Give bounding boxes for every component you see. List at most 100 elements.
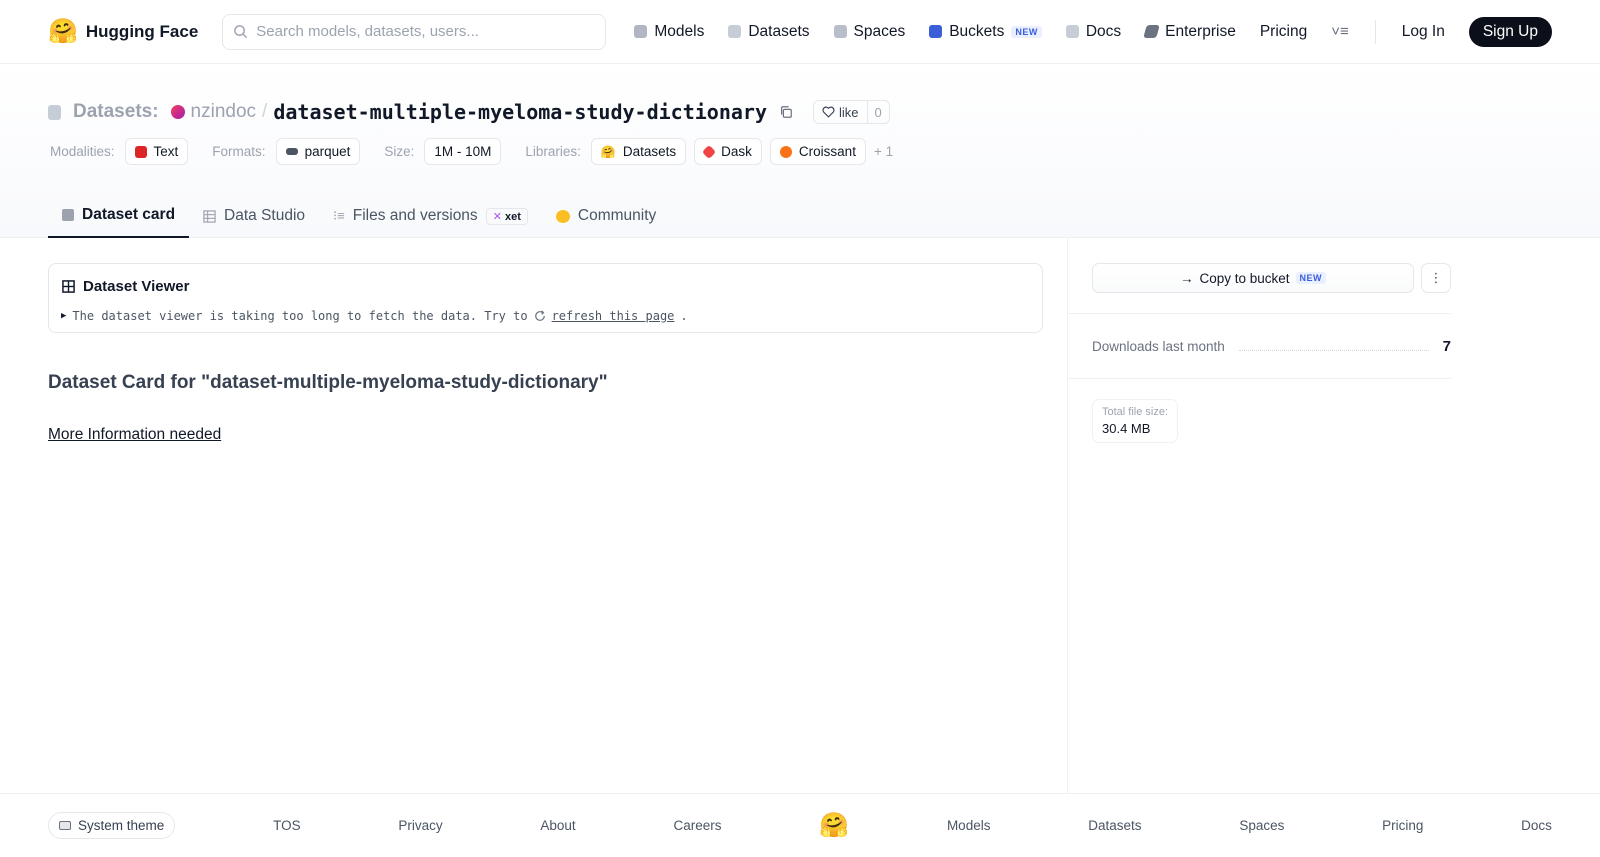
downloads-value: 7 bbox=[1442, 338, 1451, 355]
signup-button[interactable]: Sign Up bbox=[1468, 16, 1552, 47]
text-modality-icon bbox=[134, 145, 147, 158]
spaces-icon bbox=[833, 25, 847, 38]
login-link[interactable]: Log In bbox=[1402, 23, 1445, 41]
heart-icon bbox=[822, 106, 835, 118]
tag-text[interactable]: Text bbox=[124, 138, 189, 165]
footer-link-docs[interactable]: Docs bbox=[1521, 818, 1552, 833]
more-options-button[interactable]: ⋮ bbox=[1421, 263, 1451, 293]
footer-link-about[interactable]: About bbox=[540, 818, 575, 833]
monitor-icon bbox=[59, 821, 71, 830]
footer-link-models[interactable]: Models bbox=[947, 818, 991, 833]
dask-icon bbox=[702, 144, 717, 159]
tab-dataset-card-label: Dataset card bbox=[82, 206, 176, 223]
copy-icon[interactable] bbox=[779, 105, 793, 119]
models-cube-icon bbox=[634, 25, 648, 38]
repo-type-label[interactable]: Datasets: bbox=[73, 101, 159, 123]
dataset-viewer-title-text: Dataset Viewer bbox=[83, 278, 190, 295]
tag-size-label: 1M - 10M bbox=[434, 144, 492, 159]
refresh-page-link[interactable]: refresh this page bbox=[552, 309, 675, 323]
tag-dask-library[interactable]: Dask bbox=[694, 138, 762, 165]
more-information-link[interactable]: More Information needed bbox=[48, 426, 221, 444]
search-input[interactable]: Search models, datasets, users... bbox=[222, 13, 607, 50]
like-button[interactable]: like 0 bbox=[813, 100, 890, 124]
system-theme-label: System theme bbox=[78, 818, 165, 833]
owner-avatar bbox=[170, 105, 185, 119]
tag-croissant-library[interactable]: Croissant bbox=[769, 138, 866, 165]
buckets-icon bbox=[929, 25, 943, 38]
tab-community[interactable]: Community bbox=[542, 194, 670, 238]
footer-link-privacy[interactable]: Privacy bbox=[398, 818, 442, 833]
hugging-face-emoji-icon[interactable]: 🤗 bbox=[819, 813, 849, 838]
community-icon bbox=[555, 209, 570, 223]
repo-title: Datasets: nzindoc / dataset-multiple-mye… bbox=[48, 100, 890, 124]
repo-separator: / bbox=[262, 101, 268, 122]
nav-buckets[interactable]: Buckets NEW bbox=[929, 23, 1042, 41]
tag-dask-label: Dask bbox=[721, 144, 752, 159]
more-menu-icon[interactable]: ˅≡ bbox=[1331, 23, 1349, 40]
tab-files-and-versions[interactable]: ⁝≡ Files and versions ✕ xet bbox=[319, 194, 542, 238]
repo-tags: Modalities: Text Formats: parquet Size: … bbox=[50, 138, 893, 165]
nav-datasets[interactable]: Datasets bbox=[728, 23, 810, 41]
nav-pricing[interactable]: Pricing bbox=[1260, 23, 1307, 41]
tab-data-studio[interactable]: Data Studio bbox=[189, 194, 319, 238]
tab-dataset-card[interactable]: Dataset card bbox=[48, 194, 190, 238]
tag-croissant-label: Croissant bbox=[798, 144, 856, 159]
modalities-label: Modalities: bbox=[50, 144, 115, 159]
footer-link-pricing[interactable]: Pricing bbox=[1382, 818, 1423, 833]
tab-data-studio-label: Data Studio bbox=[224, 207, 306, 224]
hugging-face-emoji-icon: 🤗 bbox=[48, 17, 78, 45]
tag-datasets-library[interactable]: 🤗 Datasets bbox=[590, 138, 687, 165]
more-libraries-link[interactable]: + 1 bbox=[874, 144, 893, 159]
datasets-icon bbox=[728, 25, 742, 38]
footer-link-spaces[interactable]: Spaces bbox=[1239, 818, 1284, 833]
search-icon bbox=[234, 25, 248, 39]
nav-docs[interactable]: Docs bbox=[1065, 22, 1122, 41]
footer: System theme TOS Privacy About Careers 🤗… bbox=[0, 793, 1600, 857]
tab-community-label: Community bbox=[577, 207, 657, 224]
copy-to-bucket-label: Copy to bucket bbox=[1199, 270, 1290, 286]
system-theme-button[interactable]: System theme bbox=[48, 812, 176, 839]
repo-tabs: Dataset card Data Studio ⁝≡ Files and ve… bbox=[48, 194, 670, 238]
vertical-dots-icon: ⋮ bbox=[1429, 270, 1443, 285]
tag-size[interactable]: 1M - 10M bbox=[424, 138, 502, 165]
viewer-trailing-period: . bbox=[680, 309, 688, 323]
downloads-label: Downloads last month bbox=[1092, 339, 1225, 354]
nav-divider bbox=[1374, 19, 1376, 44]
dataset-card-icon bbox=[62, 209, 74, 221]
main-nav: Models Datasets Spaces Buckets NEW Docs … bbox=[634, 16, 1552, 47]
repo-owner-link[interactable]: nzindoc bbox=[191, 101, 257, 123]
like-count[interactable]: 0 bbox=[868, 105, 889, 120]
repo-name[interactable]: dataset-multiple-myeloma-study-dictionar… bbox=[273, 100, 767, 124]
brand-logo[interactable]: 🤗 Hugging Face bbox=[48, 17, 198, 45]
nav-enterprise[interactable]: Enterprise bbox=[1143, 22, 1236, 41]
nav-enterprise-label: Enterprise bbox=[1165, 22, 1236, 40]
libraries-label: Libraries: bbox=[525, 144, 581, 159]
sidebar-divider bbox=[1068, 313, 1451, 314]
footer-link-tos[interactable]: TOS bbox=[273, 818, 301, 833]
xet-badge-label: xet bbox=[504, 210, 521, 223]
table-grid-icon bbox=[62, 280, 75, 293]
footer-link-datasets[interactable]: Datasets bbox=[1088, 818, 1141, 833]
arrow-right-icon: → bbox=[1179, 270, 1194, 286]
tag-parquet[interactable]: parquet bbox=[275, 138, 361, 165]
repo-header: Datasets: nzindoc / dataset-multiple-mye… bbox=[0, 64, 1600, 238]
size-label: Size: bbox=[384, 144, 415, 159]
nav-spaces[interactable]: Spaces bbox=[833, 23, 905, 41]
top-navigation-bar: 🤗 Hugging Face Search models, datasets, … bbox=[0, 0, 1600, 64]
formats-label: Formats: bbox=[212, 144, 266, 159]
sidebar-divider bbox=[1068, 378, 1451, 379]
nav-models-label: Models bbox=[654, 22, 705, 40]
nav-models[interactable]: Models bbox=[634, 23, 704, 41]
dataset-viewer-message[interactable]: ▶ The dataset viewer is taking too long … bbox=[61, 309, 688, 323]
expand-triangle-icon[interactable]: ▶ bbox=[61, 311, 66, 321]
dataset-viewer-panel: Dataset Viewer ▶ The dataset viewer is t… bbox=[48, 263, 1043, 333]
like-control[interactable]: like bbox=[814, 101, 868, 123]
tab-files-label: Files and versions bbox=[352, 207, 478, 224]
tag-text-label: Text bbox=[153, 144, 179, 159]
copy-to-bucket-button[interactable]: → Copy to bucket NEW bbox=[1092, 263, 1414, 293]
files-list-icon: ⁝≡ bbox=[333, 208, 345, 223]
footer-link-careers[interactable]: Careers bbox=[673, 818, 721, 833]
dataset-viewer-title: Dataset Viewer bbox=[62, 278, 189, 295]
enterprise-icon bbox=[1143, 25, 1160, 38]
nav-docs-label: Docs bbox=[1085, 22, 1122, 40]
